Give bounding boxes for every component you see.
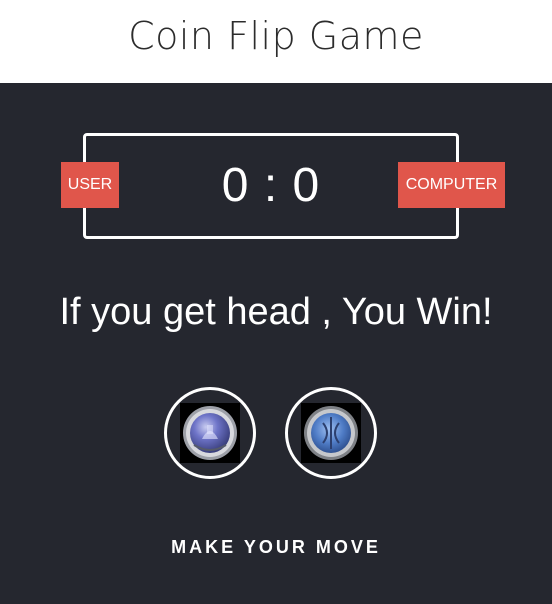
header: Coin Flip Game — [0, 0, 552, 83]
game-area: 0 : 0 USER COMPUTER If you get head , Yo… — [0, 83, 552, 604]
coin-heads-icon — [180, 403, 240, 463]
user-badge: USER — [61, 162, 119, 208]
heads-choice-button[interactable] — [164, 387, 256, 479]
page-title: Coin Flip Game — [128, 13, 424, 58]
tails-choice-button[interactable] — [285, 387, 377, 479]
computer-badge: COMPUTER — [398, 162, 505, 208]
game-message: If you get head , You Win! — [59, 291, 493, 333]
make-move-prompt: MAKE YOUR MOVE — [171, 537, 381, 557]
coin-tails-icon — [301, 403, 361, 463]
